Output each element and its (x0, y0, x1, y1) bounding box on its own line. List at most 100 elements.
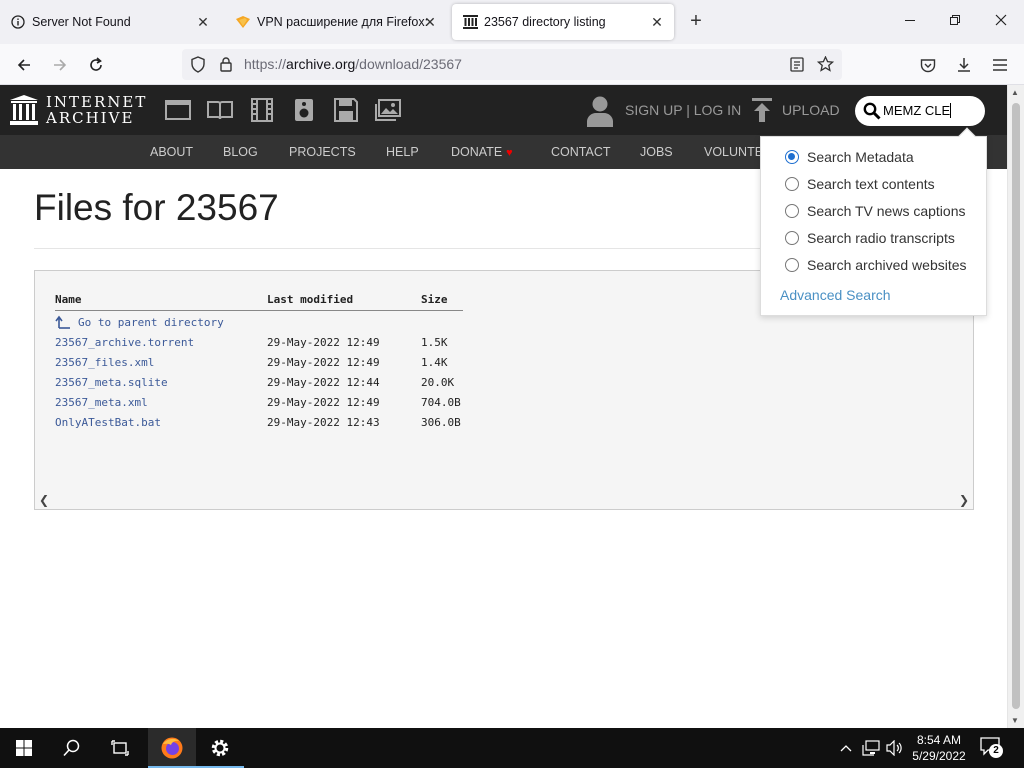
option-label: Search text contents (807, 176, 935, 192)
file-size: 20.0K (421, 375, 455, 389)
pocket-icon (920, 58, 936, 72)
upload-icon[interactable] (752, 98, 772, 127)
parent-directory-link[interactable]: Go to parent directory (55, 315, 224, 329)
vertical-scrollbar[interactable]: ▲ ▼ (1007, 85, 1024, 728)
firefox-icon (161, 737, 183, 759)
column-header-name[interactable]: Name (55, 291, 267, 311)
app-menu-button[interactable] (987, 52, 1013, 78)
close-icon[interactable]: ✕ (194, 13, 212, 31)
video-film-icon[interactable] (249, 98, 275, 122)
nav-help[interactable]: HELP (386, 145, 419, 159)
scroll-right-arrow-icon[interactable]: ❯ (959, 493, 969, 507)
advanced-search-link[interactable]: Advanced Search (780, 287, 891, 303)
navigation-toolbar: https://archive.org/download/23567 (0, 44, 1024, 85)
tab-vpn[interactable]: VPN расширение для Firefox: ✕ (225, 0, 447, 44)
system-clock[interactable]: 8:54 AM 5/29/2022 (906, 732, 972, 764)
reload-button[interactable] (83, 52, 109, 78)
user-icon[interactable] (586, 95, 614, 132)
file-link[interactable]: OnlyATestBat.bat (55, 416, 161, 429)
lock-icon[interactable] (220, 57, 232, 72)
pocket-button[interactable] (915, 52, 941, 78)
audio-speaker-icon[interactable] (291, 98, 317, 122)
option-label: Search radio transcripts (807, 230, 955, 246)
nav-projects[interactable]: PROJECTS (289, 145, 356, 159)
radio-checked-icon[interactable] (785, 150, 799, 164)
page-title: Files for 23567 (34, 187, 279, 228)
search-option-archived-websites[interactable]: Search archived websites (785, 257, 967, 273)
task-view-icon (111, 740, 129, 756)
search-input-value: MEMZ CLE (883, 103, 952, 118)
clock-date: 5/29/2022 (912, 749, 966, 763)
nav-blog[interactable]: BLOG (223, 145, 258, 159)
signup-login-link[interactable]: SIGN UP | LOG IN (625, 102, 741, 118)
close-window-button[interactable] (989, 10, 1013, 34)
search-icon[interactable] (863, 102, 881, 120)
downloads-button[interactable] (951, 52, 977, 78)
scroll-left-arrow-icon[interactable]: ❮ (39, 493, 49, 507)
minimize-button[interactable] (898, 10, 922, 34)
nav-donate[interactable]: DONATE ♥ (451, 145, 513, 159)
search-input[interactable]: MEMZ CLE (855, 96, 985, 126)
radio-icon[interactable] (785, 258, 799, 272)
new-tab-button[interactable]: + (684, 10, 708, 34)
search-button[interactable] (48, 728, 96, 768)
nav-about[interactable]: ABOUT (150, 145, 193, 159)
texts-book-icon[interactable] (207, 98, 233, 122)
close-icon[interactable]: ✕ (421, 13, 439, 31)
nav-jobs[interactable]: JOBS (640, 145, 673, 159)
file-table: Name Last modified Size Go to parent dir… (55, 291, 463, 432)
tab-server-not-found[interactable]: Server Not Found ✕ (0, 0, 220, 44)
tray-chevron-up-icon[interactable] (836, 728, 856, 768)
search-options-dropdown: Search Metadata Search text contents Sea… (760, 127, 987, 316)
url-bar[interactable]: https://archive.org/download/23567 (182, 49, 842, 80)
close-icon[interactable]: ✕ (648, 13, 666, 31)
url-path: /download/23567 (355, 56, 462, 72)
bookmark-star-icon[interactable] (817, 56, 834, 72)
web-icon[interactable] (165, 98, 191, 122)
images-icon[interactable] (375, 98, 401, 122)
upload-link[interactable]: UPLOAD (782, 102, 840, 118)
restore-button[interactable] (943, 10, 967, 34)
radio-icon[interactable] (785, 204, 799, 218)
task-view-button[interactable] (96, 728, 144, 768)
vpn-shield-icon (235, 14, 251, 30)
file-link[interactable]: 23567_archive.torrent (55, 336, 194, 349)
taskbar-settings[interactable] (196, 728, 244, 768)
file-modified: 29-May-2022 12:44 (267, 375, 380, 389)
start-button[interactable] (0, 728, 48, 768)
shield-icon[interactable] (190, 56, 206, 73)
url-text[interactable]: https://archive.org/download/23567 (244, 56, 462, 72)
reader-view-icon[interactable] (790, 57, 804, 72)
table-row: 23567_meta.xml 29-May-2022 12:49 704.0B (55, 392, 463, 412)
ia-topbar: INTERNET ARCHIVE SIGN UP | LOG IN UPLOAD… (0, 85, 1007, 135)
gear-icon (211, 739, 229, 757)
volume-icon[interactable] (884, 728, 906, 768)
file-link[interactable]: 23567_files.xml (55, 356, 154, 369)
radio-icon[interactable] (785, 231, 799, 245)
search-option-radio-transcripts[interactable]: Search radio transcripts (785, 230, 955, 246)
search-option-text[interactable]: Search text contents (785, 176, 935, 192)
archive-icon (462, 14, 478, 30)
action-center-button[interactable]: 2 (980, 736, 1003, 761)
scroll-down-arrow-icon[interactable]: ▼ (1011, 716, 1019, 725)
column-header-modified[interactable]: Last modified (267, 291, 421, 311)
file-link[interactable]: 23567_meta.xml (55, 396, 148, 409)
file-modified: 29-May-2022 12:49 (267, 355, 380, 369)
nav-volunteer[interactable]: VOLUNTE (704, 145, 763, 159)
tab-directory-listing[interactable]: 23567 directory listing ✕ (452, 4, 674, 40)
network-icon[interactable] (860, 728, 882, 768)
software-floppy-icon[interactable] (333, 98, 359, 122)
search-option-metadata[interactable]: Search Metadata (785, 149, 914, 165)
forward-button[interactable] (47, 52, 73, 78)
radio-icon[interactable] (785, 177, 799, 191)
file-link[interactable]: 23567_meta.sqlite (55, 376, 168, 389)
ia-logo[interactable]: INTERNET ARCHIVE (10, 94, 147, 126)
back-button[interactable] (11, 52, 37, 78)
search-option-tv-captions[interactable]: Search TV news captions (785, 203, 966, 219)
scroll-up-arrow-icon[interactable]: ▲ (1011, 88, 1019, 97)
column-header-size[interactable]: Size (421, 291, 463, 311)
nav-contact[interactable]: CONTACT (551, 145, 611, 159)
file-size: 1.4K (421, 355, 448, 369)
taskbar-firefox[interactable] (148, 728, 196, 768)
scrollbar-thumb[interactable] (1012, 103, 1020, 709)
